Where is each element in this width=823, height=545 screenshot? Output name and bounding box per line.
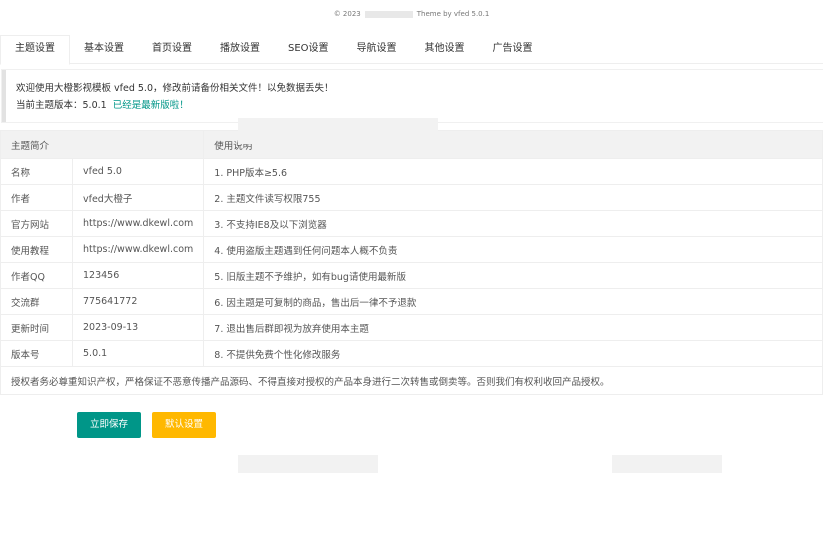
usage-note: 4. 使用盗版主题遇到任何问题本人概不负责 — [203, 236, 823, 263]
settings-tabs: 主题设置 基本设置 首页设置 播放设置 SEO设置 导航设置 其他设置 广告设置 — [0, 35, 823, 65]
theme-info-table: 主题简介 使用说明 名称 vfed 5.0 1. PHP版本≥5.6 作者 vfed大橙… — [0, 130, 823, 395]
license-row: 授权者务必尊重知识产权，严格保证不恶意传播产品源码、不得直接对授权的产品本身进行… — [0, 366, 823, 395]
table-row: 作者QQ 123456 5. 旧版主题不予维护，如有bug请使用最新版 — [0, 262, 823, 289]
table-row: 名称 vfed 5.0 1. PHP版本≥5.6 — [0, 158, 823, 185]
tab-1[interactable]: 基本设置 — [70, 35, 138, 63]
tab-5[interactable]: 导航设置 — [343, 35, 411, 63]
usage-note: 1. PHP版本≥5.6 — [203, 158, 823, 185]
blurred-overlay — [238, 455, 378, 473]
usage-note: 8. 不提供免费个性化修改服务 — [203, 340, 823, 367]
usage-note: 7. 退出售后群即视为放弃使用本主题 — [203, 314, 823, 341]
row-value: https://www.dkewl.com — [71, 210, 205, 237]
tab-0[interactable]: 主题设置 — [0, 35, 70, 65]
redacted-text — [364, 10, 413, 18]
row-value: https://www.dkewl.com — [71, 236, 205, 263]
default-settings-button[interactable]: 默认设置 — [152, 412, 217, 438]
blurred-overlay — [612, 455, 722, 473]
version-status: 已经是最新版啦！ — [112, 100, 189, 111]
row-label: 使用教程 — [0, 236, 73, 263]
row-label: 官方网站 — [0, 210, 73, 237]
usage-note: 5. 旧版主题不予维护，如有bug请使用最新版 — [203, 262, 823, 289]
row-value: vfed大橙子 — [71, 184, 205, 211]
tab-2[interactable]: 首页设置 — [138, 35, 206, 63]
table-row: 官方网站 https://www.dkewl.com 3. 不支持IE8及以下浏览器 — [0, 210, 823, 237]
copyright: © 2023 — [333, 10, 361, 18]
header-intro: 主题简介 — [0, 130, 205, 159]
table-row: 更新时间 2023-09-13 7. 退出售后群即视为放弃使用本主题 — [0, 314, 823, 341]
tab-4[interactable]: SEO设置 — [274, 35, 343, 63]
theme-credit: Theme by vfed 5.0.1 — [416, 10, 490, 18]
table-row: 作者 vfed大橙子 2. 主题文件读写权限755 — [0, 184, 823, 211]
tab-6[interactable]: 其他设置 — [411, 35, 479, 63]
row-label: 作者QQ — [0, 262, 73, 289]
version-label: 当前主题版本：5.0.1 — [16, 100, 107, 111]
blurred-overlay — [238, 118, 438, 144]
row-label: 作者 — [0, 184, 73, 211]
row-label: 名称 — [0, 158, 73, 185]
welcome-notice: 欢迎使用大橙影视模板 vfed 5.0，修改前请备份相关文件！以免数据丢失！ 当… — [2, 70, 823, 122]
row-label: 交流群 — [0, 288, 73, 315]
usage-note: 6. 因主题是可复制的商品，售出后一律不予退款 — [203, 288, 823, 315]
license-notice: 授权者务必尊重知识产权，严格保证不恶意传播产品源码、不得直接对授权的产品本身进行… — [0, 366, 823, 395]
row-label: 版本号 — [0, 340, 73, 367]
table-row: 使用教程 https://www.dkewl.com 4. 使用盗版主题遇到任何问题… — [0, 236, 823, 263]
row-value: 123456 — [71, 262, 205, 289]
table-row: 版本号 5.0.1 8. 不提供免费个性化修改服务 — [0, 340, 823, 367]
row-value: 2023-09-13 — [71, 314, 205, 341]
save-button[interactable]: 立即保存 — [77, 412, 142, 438]
row-value: 775641772 — [71, 288, 205, 315]
notice-line: 欢迎使用大橙影视模板 vfed 5.0，修改前请备份相关文件！以免数据丢失！ — [16, 83, 334, 94]
usage-note: 3. 不支持IE8及以下浏览器 — [203, 210, 823, 237]
row-value: 5.0.1 — [71, 340, 205, 367]
tab-7[interactable]: 广告设置 — [479, 35, 547, 63]
usage-note: 2. 主题文件读写权限755 — [203, 184, 823, 211]
tab-3[interactable]: 播放设置 — [206, 35, 274, 63]
table-row: 交流群 775641772 6. 因主题是可复制的商品，售出后一律不予退款 — [0, 288, 823, 315]
row-value: vfed 5.0 — [71, 158, 205, 185]
row-label: 更新时间 — [0, 314, 73, 341]
